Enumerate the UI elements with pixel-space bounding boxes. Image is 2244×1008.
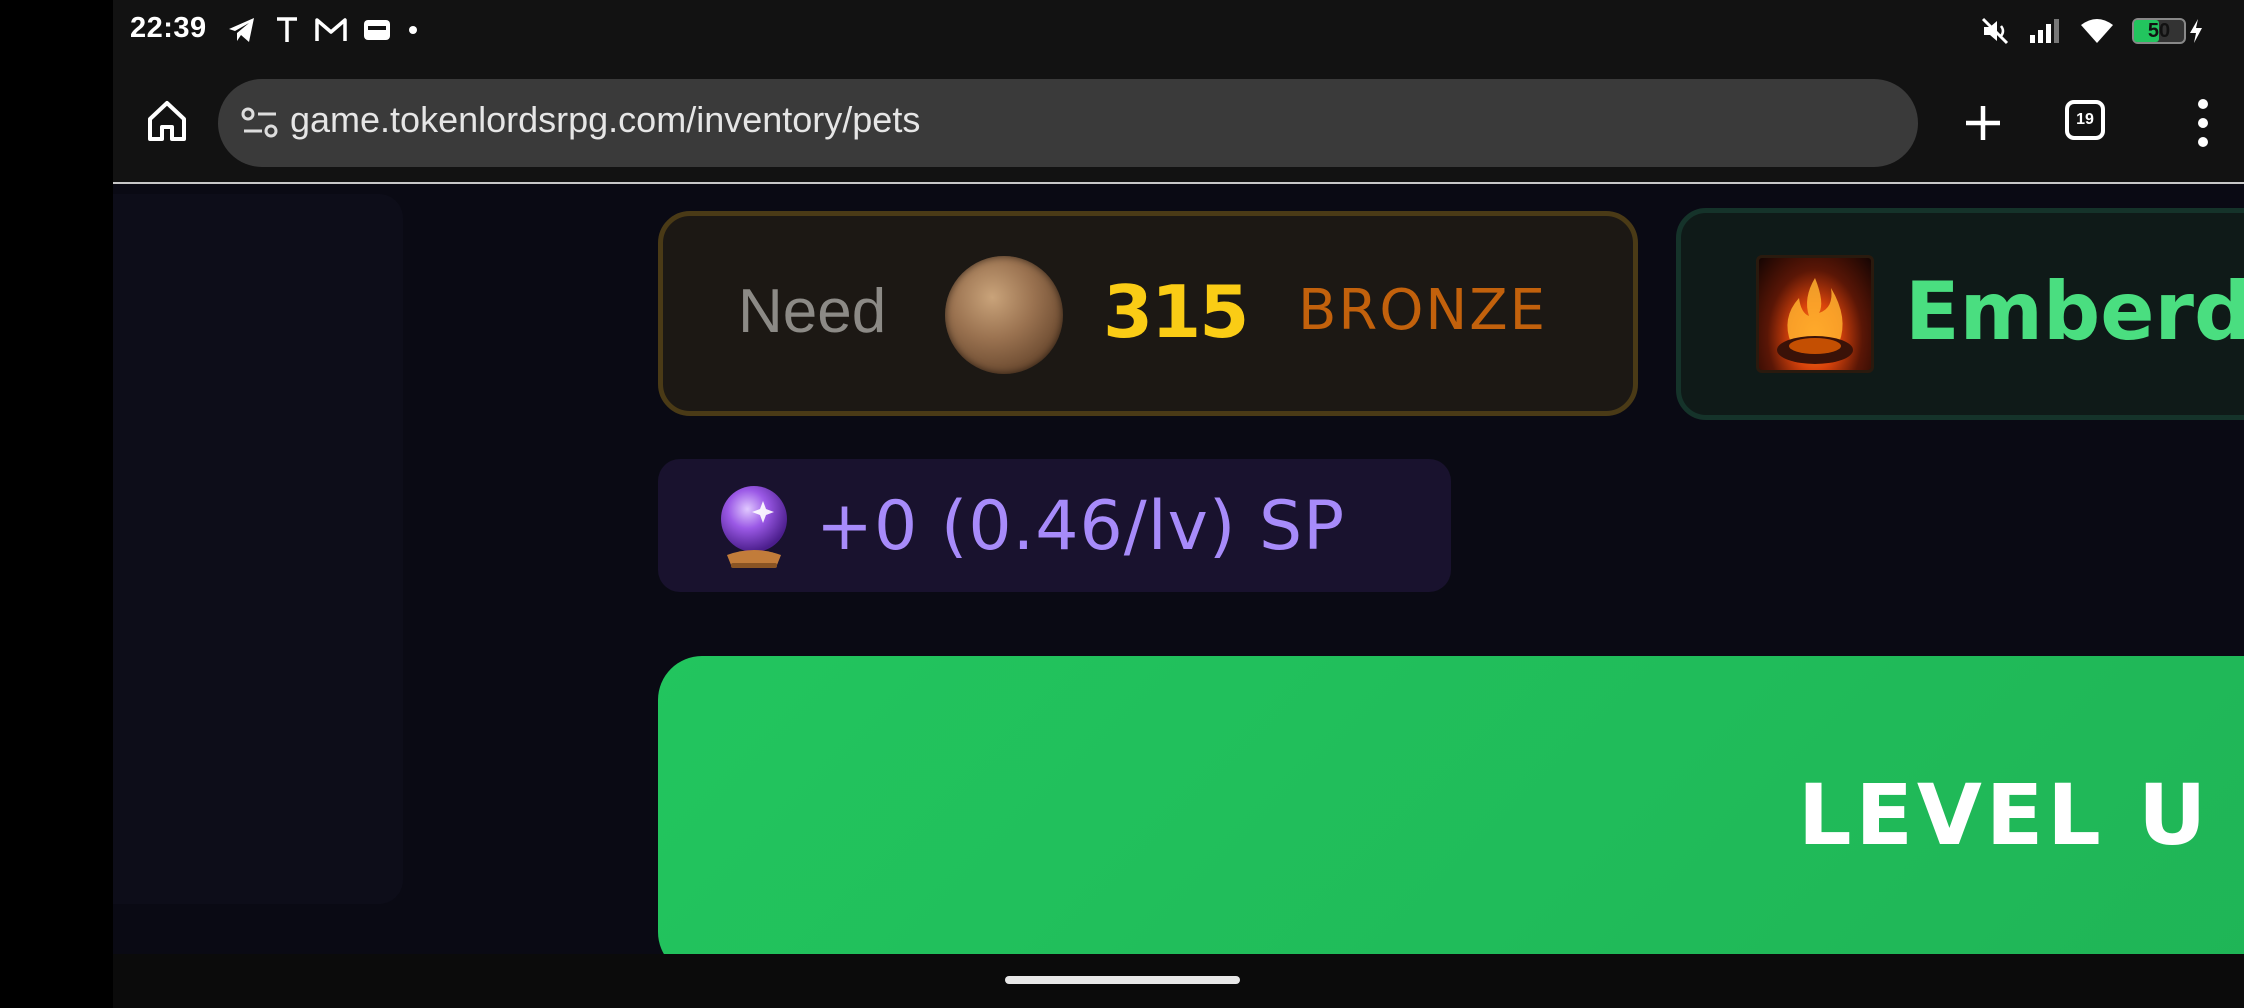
cost-label: Need	[738, 277, 887, 346]
home-icon	[148, 101, 186, 141]
left-black-strip	[0, 0, 113, 1008]
pet-name: Emberd	[1905, 265, 2244, 358]
new-tab-button[interactable]	[1953, 93, 2013, 153]
status-bar: 22:39 50	[113, 0, 2244, 62]
plus-icon	[1966, 106, 2000, 140]
wifi-icon	[2080, 17, 2114, 45]
cost-currency: BRONZE	[1298, 278, 1548, 343]
home-button[interactable]	[143, 94, 191, 148]
browser-menu-button[interactable]	[2183, 95, 2223, 151]
tab-switcher-button[interactable]: 19	[2065, 100, 2105, 140]
telegram-icon	[225, 14, 259, 46]
mute-icon	[1980, 16, 2010, 46]
battery-level: 50	[2147, 20, 2171, 42]
wallet-icon	[361, 14, 393, 46]
side-panel	[113, 194, 403, 904]
dot-icon	[406, 14, 420, 46]
pet-card[interactable]: Emberd	[1676, 208, 2244, 420]
address-bar[interactable]: game.tokenlordsrpg.com/inventory/pets	[218, 79, 1918, 167]
cost-amount: 315	[1103, 270, 1249, 354]
url-text[interactable]: game.tokenlordsrpg.com/inventory/pets	[290, 99, 920, 141]
menu-dot-icon	[2198, 137, 2208, 147]
level-up-label: LEVEL U	[1798, 766, 2211, 864]
gesture-handle[interactable]	[1005, 976, 1240, 984]
page-content: Need 315 BRONZE Emberd +0 (0.46/lv) SP L…	[113, 184, 2244, 954]
browser-toolbar: game.tokenlordsrpg.com/inventory/pets 19	[113, 62, 2244, 184]
gmail-icon	[313, 14, 349, 46]
t-app-icon	[273, 14, 301, 46]
signal-icon	[2028, 17, 2062, 45]
tab-count: 19	[2076, 111, 2094, 128]
charging-bolt-icon	[2188, 18, 2204, 44]
skill-points-text: +0 (0.46/lv) SP	[816, 487, 1346, 566]
status-time: 22:39	[130, 12, 207, 44]
site-settings-icon[interactable]	[240, 105, 280, 141]
skill-points-card: +0 (0.46/lv) SP	[658, 459, 1451, 592]
system-nav-bar	[113, 954, 2244, 1008]
ember-pet-portrait	[1756, 255, 1874, 373]
battery-icon: 50	[2132, 18, 2186, 44]
menu-dot-icon	[2198, 99, 2208, 109]
bronze-coin-icon	[945, 256, 1063, 374]
crystal-ball-icon	[721, 486, 787, 568]
level-cost-card: Need 315 BRONZE	[658, 211, 1638, 416]
menu-dot-icon	[2198, 118, 2208, 128]
level-up-button[interactable]: LEVEL U	[658, 656, 2244, 954]
